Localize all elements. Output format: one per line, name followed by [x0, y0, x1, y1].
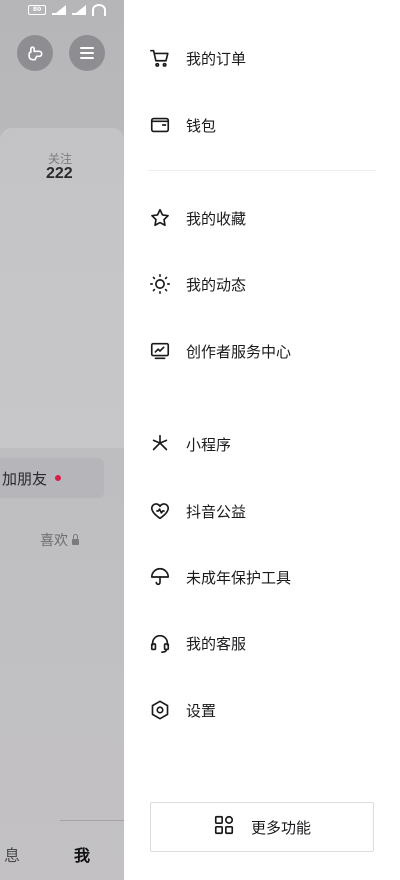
menu-item-wallet[interactable]: 钱包	[148, 111, 388, 139]
menu-item-minor-protection[interactable]: 未成年保护工具	[148, 563, 388, 591]
bottom-nav-divider	[60, 820, 124, 821]
follow-count[interactable]: 222	[46, 165, 73, 183]
menu-item-label: 我的客服	[186, 634, 247, 653]
status-bar: 80	[28, 4, 106, 16]
creator-chart-icon	[148, 339, 172, 363]
menu-item-label: 我的动态	[186, 275, 247, 294]
menu-item-label: 抖音公益	[186, 502, 247, 521]
likes-tab[interactable]: 喜欢	[40, 530, 79, 550]
hand-icon	[28, 46, 43, 61]
menu-item-mini-programs[interactable]: 小程序	[148, 430, 388, 458]
profile-background-overlay[interactable]: 80 关注 222 加朋友 喜欢 息 我	[0, 0, 124, 880]
menu-item-orders[interactable]: 我的订单	[148, 44, 388, 72]
menu-item-favorites[interactable]: 我的收藏	[148, 204, 388, 232]
menu-item-label: 小程序	[186, 435, 232, 454]
menu-item-label: 我的收藏	[186, 209, 247, 228]
settings-hexagon-icon	[148, 698, 172, 722]
menu-item-label: 未成年保护工具	[186, 568, 292, 587]
menu-item-customer-service[interactable]: 我的客服	[148, 629, 388, 657]
menu-item-label: 创作者服务中心	[186, 342, 292, 361]
headset-icon	[148, 631, 172, 655]
mini-program-icon	[148, 432, 172, 456]
grid-apps-icon	[213, 814, 235, 840]
tab-messages[interactable]: 息	[4, 842, 20, 866]
add-friend-button[interactable]: 加朋友	[0, 458, 104, 498]
more-features-button[interactable]: 更多功能	[150, 802, 374, 852]
signal-icon	[52, 5, 66, 15]
activity-icon	[148, 272, 172, 296]
menu-item-label: 设置	[186, 701, 217, 720]
menu-item-settings[interactable]: 设置	[148, 696, 388, 724]
star-icon	[148, 206, 172, 230]
menu-item-label: 我的订单	[186, 49, 247, 68]
hamburger-menu-button[interactable]	[69, 35, 105, 71]
side-drawer: 我的订单 钱包 我的收藏 我的动态 创作者服务中心 小程序 抖音公益 未成年保护…	[124, 0, 400, 880]
umbrella-icon	[148, 565, 172, 589]
hamburger-icon	[80, 47, 94, 59]
likes-label: 喜欢	[40, 533, 68, 549]
notification-dot	[55, 475, 62, 481]
menu-item-charity[interactable]: 抖音公益	[148, 497, 388, 525]
section-divider	[148, 170, 376, 171]
battery-icon: 80	[28, 5, 46, 15]
charity-heart-icon	[148, 499, 172, 523]
signal-icon-2	[72, 5, 86, 15]
menu-item-label: 钱包	[186, 116, 217, 135]
hand-wave-button[interactable]	[17, 35, 53, 71]
cart-icon	[148, 46, 172, 70]
tab-me[interactable]: 我	[74, 842, 90, 866]
menu-item-activity[interactable]: 我的动态	[148, 270, 388, 298]
lock-icon	[72, 534, 79, 545]
wallet-icon	[148, 113, 172, 137]
add-friend-label: 加朋友	[2, 469, 48, 488]
menu-item-creator-center[interactable]: 创作者服务中心	[148, 337, 388, 365]
wifi-icon	[92, 4, 106, 16]
more-features-label: 更多功能	[250, 818, 311, 837]
